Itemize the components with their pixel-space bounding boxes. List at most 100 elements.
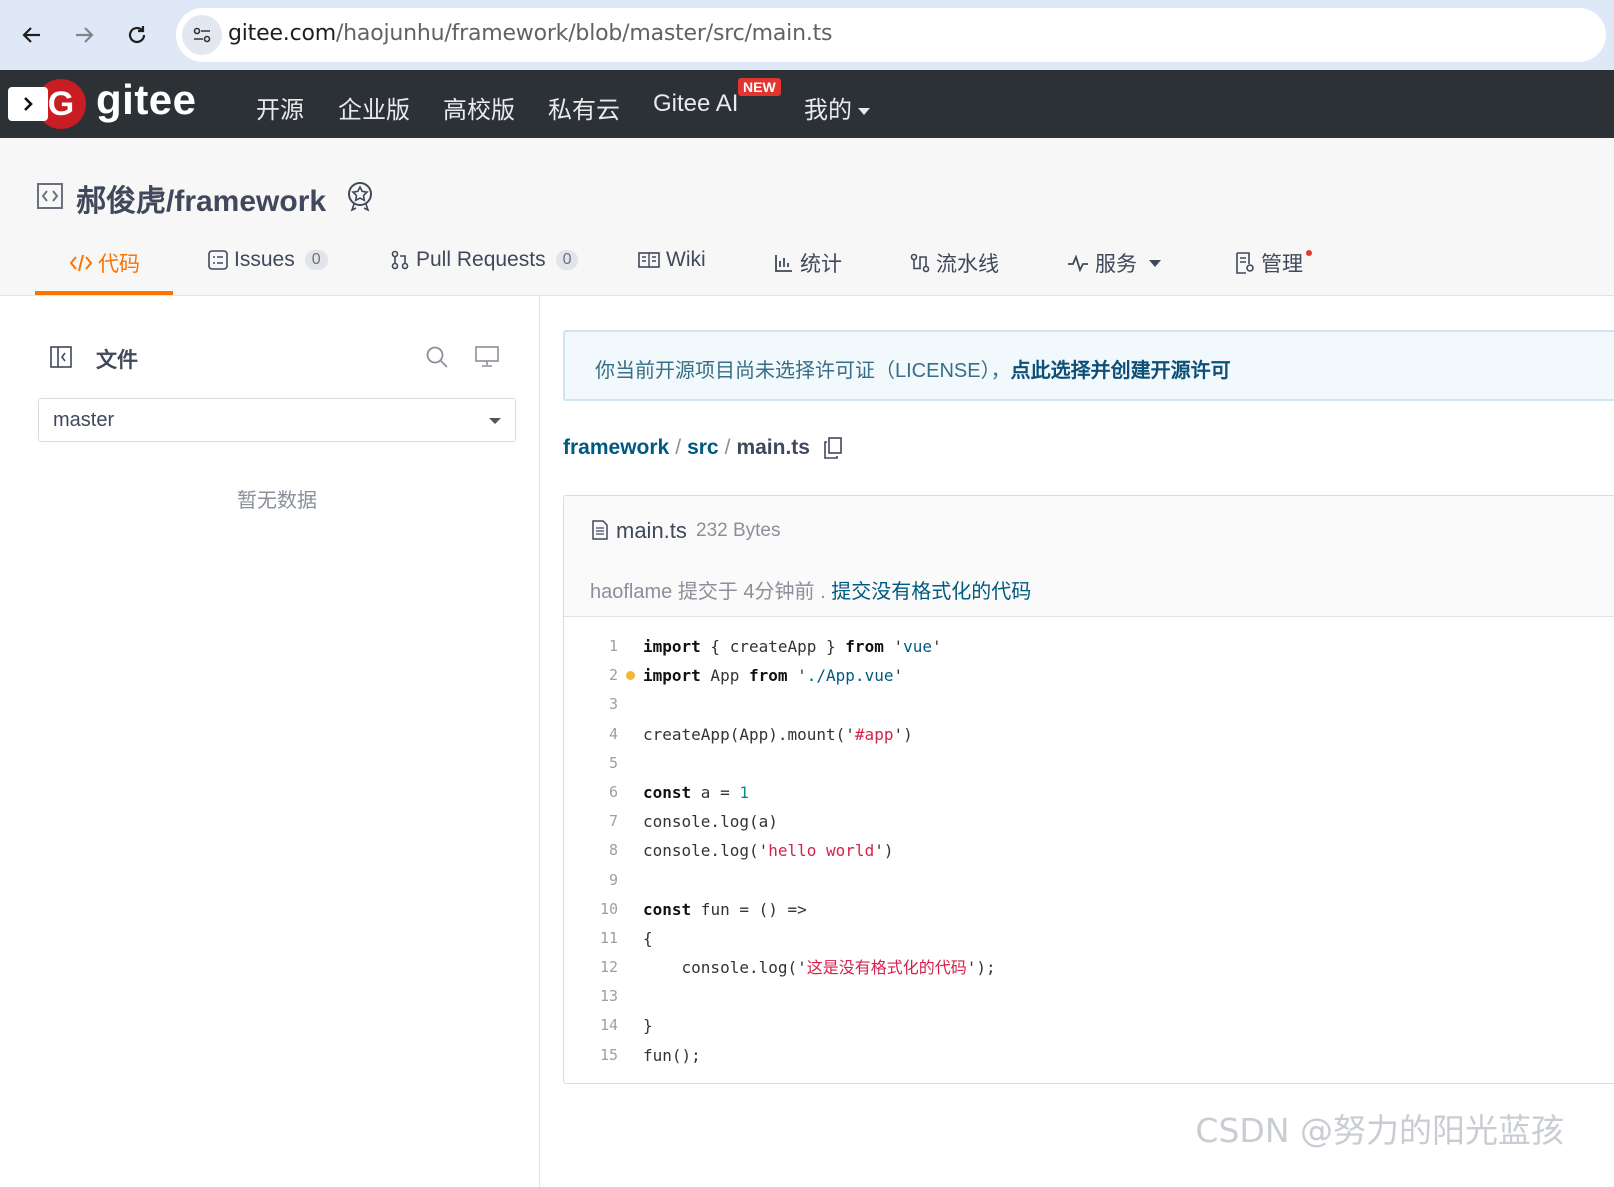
search-icon[interactable] — [426, 346, 448, 368]
recommend-badge-icon[interactable] — [346, 180, 374, 212]
code-line: 7 console.log(a) — [564, 807, 1614, 836]
breadcrumb-file: main.ts — [736, 436, 810, 459]
file-icon — [592, 520, 608, 540]
breadcrumb-repo[interactable]: framework — [563, 436, 669, 460]
line-number[interactable]: 10 — [564, 895, 618, 924]
pipeline-icon — [910, 253, 930, 273]
line-number[interactable]: 8 — [564, 836, 618, 865]
pull-request-icon — [391, 250, 409, 270]
toggle-tree-icon[interactable] — [50, 346, 72, 368]
change-marker-icon — [626, 671, 635, 681]
code-text: const fun = () => — [643, 899, 807, 919]
wiki-icon — [638, 252, 660, 268]
code-text: { — [643, 928, 653, 948]
nav-private-cloud[interactable]: 私有云 — [548, 90, 620, 125]
nav-education[interactable]: 高校版 — [443, 90, 515, 125]
nav-open-source[interactable]: 开源 — [256, 90, 304, 125]
browser-toolbar: gitee.com/haojunhu/framework/blob/master… — [0, 0, 1614, 70]
issues-count: 0 — [304, 250, 328, 270]
line-number[interactable]: 2 — [564, 661, 618, 690]
file-viewer: main.ts 232 Bytes haoflame 提交于 4分钟前 . 提交… — [563, 495, 1614, 1084]
line-number[interactable]: 14 — [564, 1011, 618, 1040]
code-line: 1 import { createApp } from 'vue' — [564, 632, 1614, 661]
code-line: 13 — [564, 982, 1614, 1011]
tab-issues[interactable]: Issues 0 — [208, 248, 328, 272]
forward-icon[interactable] — [64, 15, 104, 55]
gitee-logo-text[interactable]: gitee — [96, 76, 197, 124]
code-line: 2 import App from './App.vue' — [564, 661, 1614, 690]
code-line: 4 createApp(App).mount('#app') — [564, 720, 1614, 749]
code-text: import App from './App.vue' — [643, 666, 904, 686]
back-icon[interactable] — [12, 15, 52, 55]
branch-value: master — [53, 409, 115, 431]
line-number[interactable]: 13 — [564, 982, 618, 1011]
code-text: createApp(App).mount('#app') — [643, 724, 913, 744]
copy-icon[interactable] — [824, 437, 842, 459]
code-text: } — [643, 1016, 653, 1036]
sidebar-title: 文件 — [96, 349, 138, 372]
expand-sidebar-icon[interactable] — [8, 87, 48, 121]
site-info-icon[interactable] — [182, 15, 222, 55]
web-ide-icon[interactable] — [475, 346, 499, 368]
nav-gitee-ai[interactable]: Gitee AI — [653, 90, 738, 118]
chevron-down-icon — [858, 108, 870, 116]
line-number[interactable]: 12 — [564, 953, 618, 982]
address-bar[interactable]: gitee.com/haojunhu/framework/blob/master… — [176, 8, 1606, 62]
last-commit: haoflame 提交于 4分钟前 . 提交没有格式化的代码 — [590, 575, 1031, 604]
breadcrumb-folder[interactable]: src — [687, 436, 719, 460]
repo-icon — [37, 183, 63, 209]
tab-manage[interactable]: 管理 — [1235, 248, 1303, 278]
code-line: 15 fun(); — [564, 1041, 1614, 1070]
nav-enterprise[interactable]: 企业版 — [338, 90, 410, 125]
code-line: 3 — [564, 690, 1614, 719]
notification-dot — [1306, 250, 1312, 256]
new-badge: NEW — [738, 78, 781, 96]
line-number[interactable]: 4 — [564, 720, 618, 749]
code-line: 5 — [564, 749, 1614, 778]
code-text: fun(); — [643, 1045, 701, 1065]
line-number[interactable]: 11 — [564, 924, 618, 953]
license-message: 你当前开源项目尚未选择许可证（LICENSE）， — [595, 360, 1011, 382]
file-name: main.ts — [616, 518, 687, 543]
tab-pull-requests[interactable]: Pull Requests 0 — [390, 248, 579, 272]
tab-stats[interactable]: 统计 — [774, 248, 842, 278]
watermark: CSDN @努力的阳光蓝孩 — [1195, 1111, 1564, 1150]
code-line: 9 — [564, 866, 1614, 895]
code-icon — [70, 254, 92, 272]
site-header: G gitee 开源 企业版 高校版 私有云 Gitee AI 我的 — [0, 70, 1614, 138]
line-number[interactable]: 9 — [564, 866, 618, 895]
license-create-link[interactable]: 点此选择并创建开源许可 — [1011, 360, 1231, 382]
url-text: gitee.com/haojunhu/framework/blob/master… — [228, 21, 833, 46]
commit-message-link[interactable]: 提交没有格式化的代码 — [831, 581, 1031, 603]
line-number[interactable]: 3 — [564, 690, 618, 719]
line-number[interactable]: 15 — [564, 1041, 618, 1070]
activity-icon — [1068, 254, 1088, 273]
tab-services[interactable]: 服务 — [1067, 248, 1161, 278]
code-text: console.log('这是没有格式化的代码'); — [643, 958, 996, 978]
code-line: 8 console.log('hello world') — [564, 836, 1614, 865]
reload-icon[interactable] — [117, 15, 157, 55]
license-notice: 你当前开源项目尚未选择许可证（LICENSE），点此选择并创建开源许可 — [563, 330, 1614, 401]
code-line: 14} — [564, 1011, 1614, 1040]
nav-mine[interactable]: 我的 — [804, 90, 870, 125]
repo-title[interactable]: 郝俊虎/framework — [76, 176, 326, 220]
tab-wiki[interactable]: Wiki — [638, 248, 706, 272]
empty-state: 暂无数据 — [237, 490, 317, 512]
breadcrumb: framework / src / main.ts — [563, 436, 842, 460]
line-number[interactable]: 6 — [564, 778, 618, 807]
pr-count: 0 — [555, 250, 579, 270]
line-number[interactable]: 5 — [564, 749, 618, 778]
code-text: console.log(a) — [643, 812, 778, 832]
tab-code[interactable]: 代码 — [70, 248, 140, 278]
tab-pipeline[interactable]: 流水线 — [910, 248, 999, 278]
code-view: 1 import { createApp } from 'vue' 2 import … — [564, 632, 1614, 1070]
commit-author[interactable]: haoflame — [590, 581, 672, 603]
issues-icon — [208, 250, 228, 270]
file-header: main.ts 232 Bytes haoflame 提交于 4分钟前 . 提交… — [564, 496, 1614, 617]
line-number[interactable]: 7 — [564, 807, 618, 836]
line-number[interactable]: 1 — [564, 632, 618, 661]
active-tab-indicator — [35, 291, 173, 295]
file-size: 232 Bytes — [696, 520, 781, 541]
manage-icon — [1236, 252, 1254, 274]
branch-select[interactable]: master — [38, 398, 516, 442]
